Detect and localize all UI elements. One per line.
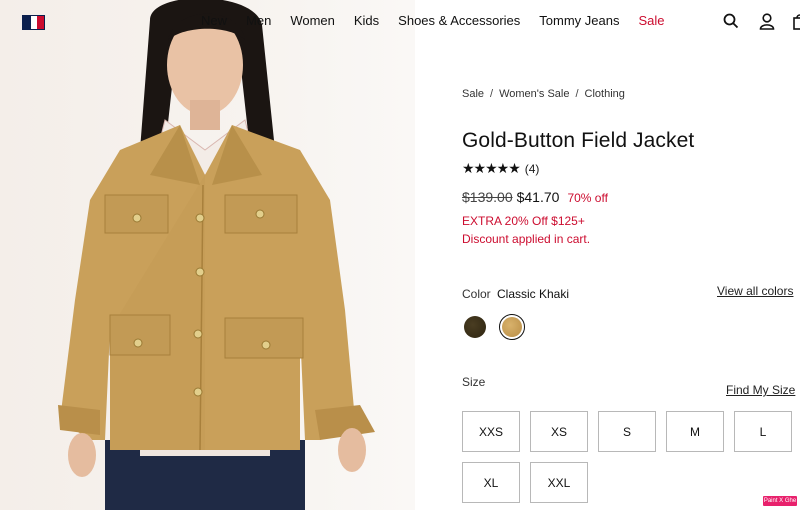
tommy-flag-logo[interactable] <box>22 15 45 30</box>
nav-shoes-accessories[interactable]: Shoes & Accessories <box>398 13 520 28</box>
promo-note: Discount applied in cart. <box>462 232 591 246</box>
site-header: New Men Women Kids Shoes & Accessories T… <box>0 0 800 44</box>
nav-kids[interactable]: Kids <box>354 13 379 28</box>
size-option-xxs[interactable]: XXS <box>462 411 520 452</box>
breadcrumb-womens-sale[interactable]: Women's Sale <box>499 88 569 100</box>
star-rating-icon: ★★★★★ <box>462 160 521 176</box>
view-all-colors-link[interactable]: View all colors <box>717 284 793 298</box>
model-photo <box>58 0 375 510</box>
breadcrumb-separator: / <box>490 88 494 100</box>
color-swatch-classic-khaki[interactable] <box>502 317 522 337</box>
discount-percent: 70% off <box>567 191 608 205</box>
size-option-m[interactable]: M <box>666 411 724 452</box>
size-option-xxl[interactable]: XXL <box>530 462 588 503</box>
selected-color-name: Classic Khaki <box>497 287 570 301</box>
nav-women[interactable]: Women <box>290 13 335 28</box>
nav-sale[interactable]: Sale <box>639 13 665 28</box>
product-image[interactable] <box>0 0 415 510</box>
nav-new[interactable]: New <box>201 13 227 28</box>
breadcrumb-separator: / <box>575 88 579 100</box>
product-title: Gold-Button Field Jacket <box>462 129 695 152</box>
extension-badge[interactable]: Paint X Ghe <box>763 496 797 506</box>
review-count[interactable]: (4) <box>525 162 540 176</box>
nav-tommy-jeans[interactable]: Tommy Jeans <box>539 13 619 28</box>
size-option-xl[interactable]: XL <box>462 462 520 503</box>
original-price: $139.00 <box>462 189 513 205</box>
size-option-xs[interactable]: XS <box>530 411 588 452</box>
main-nav: New Men Women Kids Shoes & Accessories T… <box>201 13 684 28</box>
nav-men[interactable]: Men <box>246 13 271 28</box>
breadcrumb: Sale / Women's Sale / Clothing <box>462 88 625 100</box>
size-label: Size <box>462 375 486 389</box>
sale-price: $41.70 <box>516 189 560 205</box>
size-option-l[interactable]: L <box>734 411 792 452</box>
find-my-size-link[interactable]: Find My Size <box>726 383 795 397</box>
product-rating[interactable]: ★★★★★ (4) <box>462 160 539 177</box>
breadcrumb-sale[interactable]: Sale <box>462 88 484 100</box>
account-icon[interactable] <box>759 13 775 30</box>
color-label: Color <box>462 287 491 301</box>
color-swatch-dark-olive[interactable] <box>464 316 486 338</box>
bag-icon[interactable] <box>793 13 800 30</box>
price-row: $139.00 $41.70 70% off <box>462 189 608 205</box>
promo-message: EXTRA 20% Off $125+ <box>462 214 585 228</box>
breadcrumb-clothing[interactable]: Clothing <box>585 88 625 100</box>
search-icon[interactable] <box>723 13 739 29</box>
size-option-s[interactable]: S <box>598 411 656 452</box>
